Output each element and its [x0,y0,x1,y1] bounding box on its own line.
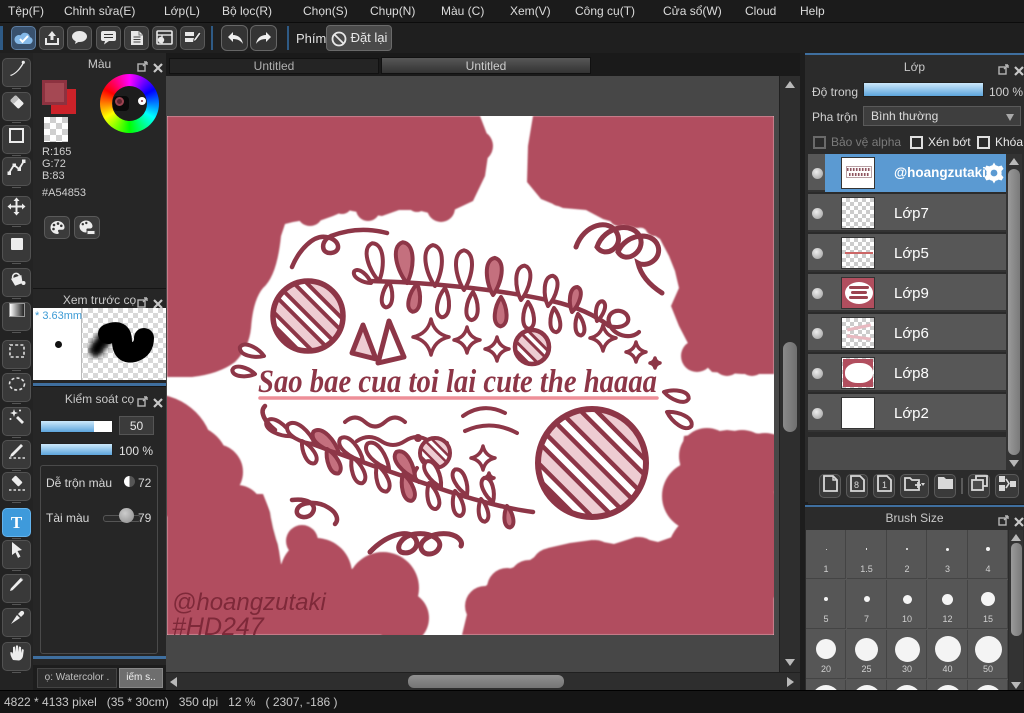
svg-text:#HD247: #HD247 [172,613,265,635]
svg-text:1: 1 [882,480,887,490]
svg-text:8: 8 [854,480,859,490]
svg-text:@hoangzutaki: @hoangzutaki [172,589,326,616]
svg-text:Sao bae cua toi lai cute the h: Sao bae cua toi lai cute the haaaa [258,364,657,400]
